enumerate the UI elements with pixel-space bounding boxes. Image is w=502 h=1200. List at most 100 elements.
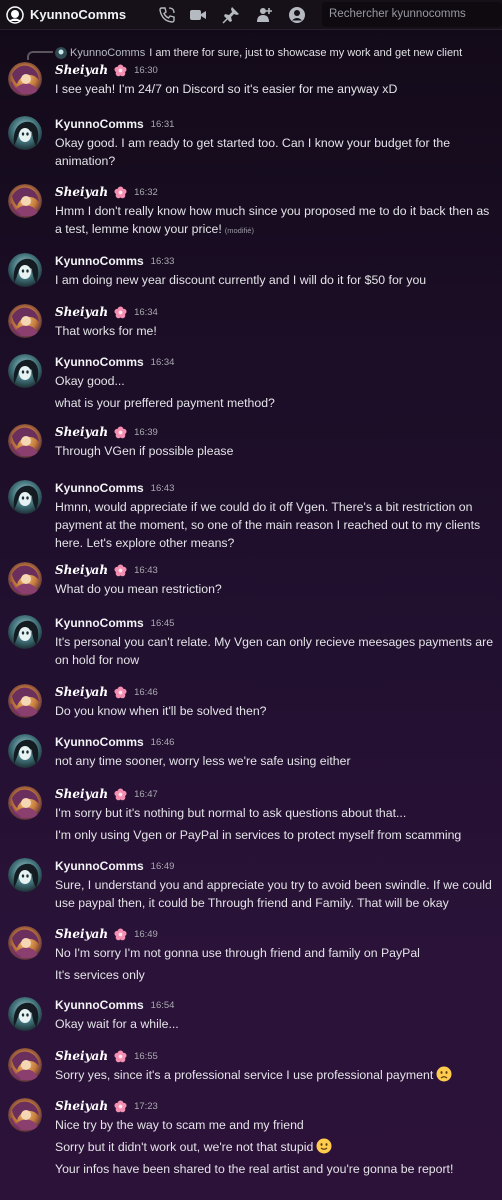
avatar[interactable] (8, 1048, 42, 1082)
message-author[interactable]: KyunnoComms (55, 859, 144, 873)
message-text: Okay wait for a while... (55, 1015, 179, 1033)
message-timestamp: 16:34 (150, 356, 175, 368)
message-header: KyunnoComms 16:45 (55, 615, 174, 631)
message-text: Sorry but it didn't work out, we're not … (55, 1138, 332, 1156)
message-header: KyunnoComms 16:33 (55, 253, 174, 269)
sheiyah-avatar-icon (8, 304, 42, 338)
message-line: a test, lemme know your price! (55, 222, 222, 236)
message-text: What do you mean restriction? (55, 580, 222, 598)
message-line: Okay wait for a while... (55, 1017, 179, 1031)
message-line: That works for me! (55, 324, 157, 338)
avatar[interactable] (8, 734, 42, 768)
message-line: Hmnn, would appreciate if we could do it… (55, 500, 473, 514)
message-author[interactable]: KyunnoComms (55, 998, 144, 1012)
message-author[interactable]: KyunnoComms (55, 735, 144, 749)
sheiyah-avatar-icon (8, 424, 42, 458)
sheiyah-avatar-icon (8, 786, 42, 820)
sheiyah-avatar-icon (8, 684, 42, 718)
flower-badge-icon (114, 787, 127, 800)
message-line: Nice try by the way to scam me and my fr… (55, 1118, 304, 1132)
user-profile-icon[interactable] (288, 6, 306, 24)
voice-call-icon[interactable] (158, 6, 176, 24)
message-text: I see yeah! I'm 24/7 on Discord so it's … (55, 80, 397, 98)
avatar[interactable] (8, 253, 42, 287)
message-timestamp: 16:43 (150, 482, 175, 494)
message-timestamp: 16:47 (134, 788, 158, 800)
avatar[interactable] (8, 424, 42, 458)
message-timestamp: 16:49 (134, 928, 158, 940)
message-line: use paypal then, it could be Through fri… (55, 896, 449, 910)
message-header: KyunnoComms 16:34 (55, 354, 174, 370)
avatar[interactable] (8, 1098, 42, 1132)
avatar[interactable] (8, 858, 42, 892)
message-author[interactable]: Sheiyah (55, 185, 108, 199)
message-header: KyunnoComms 16:31 (55, 116, 174, 132)
sheiyah-avatar-icon (8, 926, 42, 960)
reply-reference[interactable]: KyunnoComms I am there for sure, just to… (55, 45, 462, 61)
message-text: Nice try by the way to scam me and my fr… (55, 1116, 304, 1134)
message-line: Hmm I don't really know how much since y… (55, 204, 490, 218)
flower-badge-icon (114, 63, 127, 76)
message-text: Do you know when it'll be solved then? (55, 702, 267, 720)
avatar[interactable] (8, 116, 42, 150)
message-line: I see yeah! I'm 24/7 on Discord so it's … (55, 82, 398, 96)
message-header: Sheiyah 16:47 (55, 786, 158, 802)
avatar[interactable] (8, 997, 42, 1031)
avatar[interactable] (8, 62, 42, 96)
message-timestamp: 16:46 (150, 736, 175, 748)
avatar[interactable] (8, 480, 42, 514)
avatar[interactable] (8, 615, 42, 649)
avatar[interactable] (8, 562, 42, 596)
kyunnocomms-avatar-icon (8, 354, 42, 388)
message-header: Sheiyah 16:30 (55, 62, 158, 78)
avatar[interactable] (8, 304, 42, 338)
avatar[interactable] (8, 354, 42, 388)
reply-avatar-icon (55, 47, 67, 59)
message-author[interactable]: KyunnoComms (55, 117, 144, 131)
message-line: Okay good. I am ready to get started too… (55, 136, 451, 150)
message-author[interactable]: Sheiyah (55, 1049, 108, 1063)
flower-badge-icon (114, 563, 127, 576)
channel-avatar-icon (6, 5, 24, 24)
message-author[interactable]: Sheiyah (55, 927, 108, 941)
message-line: animation? (55, 154, 116, 168)
avatar[interactable] (8, 684, 42, 718)
message-author[interactable]: Sheiyah (55, 63, 108, 77)
message-line: It's services only (55, 968, 145, 982)
message-timestamp: 16:31 (150, 118, 175, 130)
message-author[interactable]: KyunnoComms (55, 481, 144, 495)
avatar[interactable] (8, 786, 42, 820)
edited-label: (modifié) (224, 226, 254, 235)
avatar[interactable] (8, 184, 42, 218)
message-author[interactable]: KyunnoComms (55, 616, 144, 630)
kyunnocomms-avatar-icon (8, 997, 42, 1031)
search-input[interactable]: Rechercher kyunnocomms (322, 2, 502, 27)
message-author[interactable]: Sheiyah (55, 425, 108, 439)
message-header: Sheiyah 16:32 (55, 184, 158, 200)
message-header: Sheiyah 16:55 (55, 1048, 158, 1064)
video-call-icon[interactable] (189, 6, 207, 24)
message-author[interactable]: Sheiyah (55, 685, 108, 699)
add-friends-icon[interactable] (255, 6, 273, 24)
flower-badge-icon (114, 1099, 127, 1112)
message-text: animation? (55, 152, 115, 170)
message-line: Sure, I understand you and appreciate yo… (55, 878, 492, 892)
message-line: I'm only using Vgen or PayPal in service… (55, 828, 462, 842)
message-line: here. Let's explore other means? (55, 536, 235, 550)
pin-icon[interactable] (222, 6, 240, 24)
message-author[interactable]: KyunnoComms (55, 254, 144, 268)
avatar[interactable] (8, 926, 42, 960)
message-text: Hmnn, would appreciate if we could do it… (55, 498, 472, 516)
message-author[interactable]: Sheiyah (55, 1099, 108, 1113)
message-author[interactable]: KyunnoComms (55, 355, 144, 369)
message-author[interactable]: Sheiyah (55, 563, 108, 577)
message-author[interactable]: Sheiyah (55, 305, 108, 319)
message-line: What do you mean restriction? (55, 582, 222, 596)
sheiyah-avatar-icon (8, 1048, 42, 1082)
message-author[interactable]: Sheiyah (55, 787, 108, 801)
message-text: Your infos have been shared to the real … (55, 1160, 453, 1178)
message-timestamp: 16:46 (134, 686, 158, 698)
message-timestamp: 16:39 (134, 426, 158, 438)
message-header: Sheiyah 16:46 (55, 684, 158, 700)
slightly-smiling-face-emoji-icon (316, 1138, 332, 1154)
